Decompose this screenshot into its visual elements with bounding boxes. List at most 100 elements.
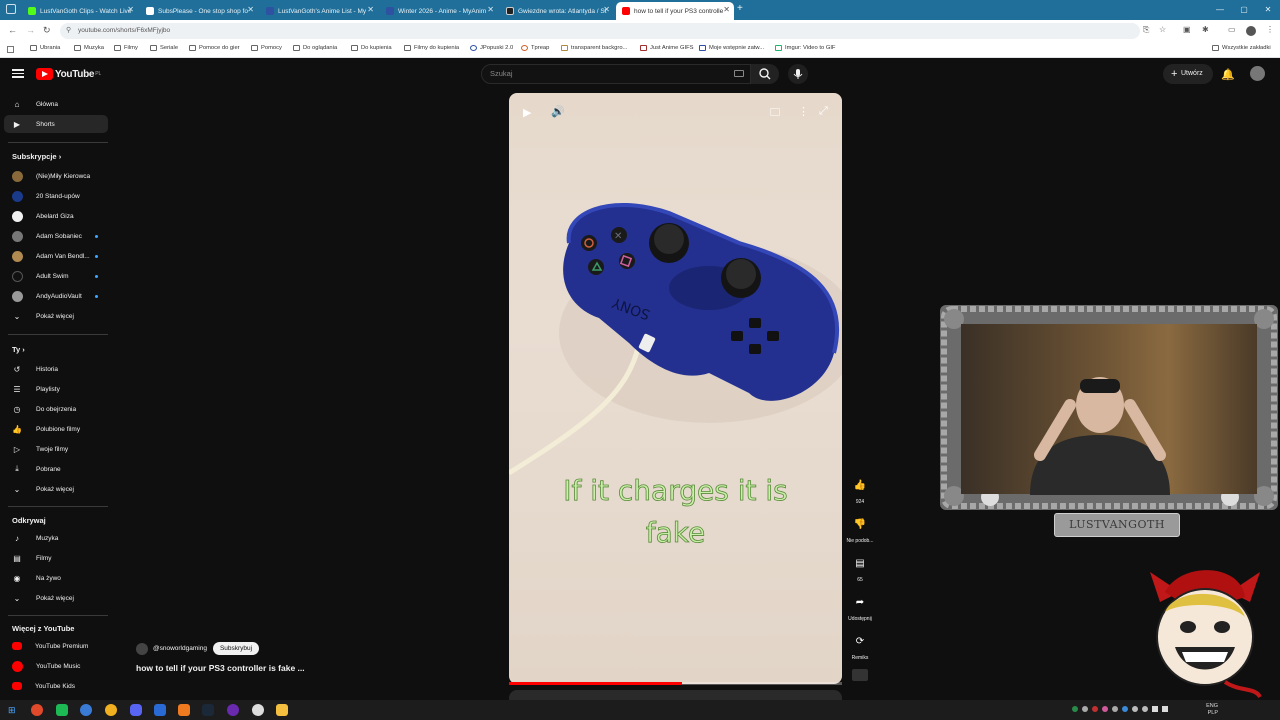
- more-options-icon[interactable]: ⋮: [798, 105, 809, 118]
- bookmark-link[interactable]: Imgur: Video to GIF: [775, 45, 835, 51]
- captions-icon[interactable]: [770, 108, 780, 116]
- keyboard-icon[interactable]: [734, 70, 744, 77]
- sidebar-item-live[interactable]: ◉ Na żywo: [4, 569, 108, 587]
- sidebar-item-playlists[interactable]: ☰ Playlisty: [4, 380, 108, 398]
- close-icon[interactable]: ✕: [487, 5, 494, 14]
- all-bookmarks[interactable]: Wszystkie zakładki: [1212, 45, 1271, 51]
- sidebar-item-subscription[interactable]: Adam Van Bendl...: [4, 247, 108, 265]
- subscriptions-heading[interactable]: Subskrypcje ›: [12, 152, 61, 161]
- back-icon[interactable]: ←: [8, 25, 17, 35]
- extension-icon[interactable]: ▣: [1183, 25, 1191, 34]
- forward-icon[interactable]: →: [26, 25, 35, 35]
- youtube-logo[interactable]: YouTube PL: [36, 68, 101, 80]
- you-heading[interactable]: Ty ›: [12, 345, 25, 354]
- browser-tab[interactable]: LustVanGoth Clips - Watch Live ✕: [22, 2, 138, 20]
- extensions-puzzle-icon[interactable]: ✱: [1202, 25, 1209, 34]
- maximize-icon[interactable]: ▢: [1232, 0, 1256, 20]
- close-icon[interactable]: ✕: [603, 5, 610, 14]
- show-more-you[interactable]: ⌄ Pokaż więcej: [4, 480, 108, 498]
- bookmark-folder[interactable]: Filmy do kupienia: [404, 45, 459, 51]
- sidebar-item-your-videos[interactable]: ▷ Twoje filmy: [4, 440, 108, 458]
- shorts-video-player[interactable]: ✕ SONY If it charges it is fake ▶ 🔊 ⋮ ⤢: [509, 93, 842, 684]
- bookmark-folder[interactable]: Pomoce do gier: [189, 45, 240, 51]
- next-short-preview[interactable]: [509, 690, 842, 700]
- search-button[interactable]: [751, 64, 779, 84]
- fullscreen-icon[interactable]: ⤢: [819, 105, 828, 118]
- like-action[interactable]: 👍 924: [845, 472, 875, 506]
- browser-tab[interactable]: LustVanGoth's Anime List - My ✕: [260, 2, 378, 20]
- url-field[interactable]: ⚲ youtube.com/shorts/F6xMFjyjbo: [60, 23, 1140, 39]
- sidebar-item-subscription[interactable]: Adult Swim: [4, 267, 108, 285]
- channel-handle[interactable]: @snoworldgaming: [153, 645, 207, 652]
- app-icon[interactable]: [154, 704, 166, 716]
- minimize-icon[interactable]: —: [1208, 0, 1232, 20]
- tray-icon[interactable]: [1092, 706, 1098, 712]
- create-button[interactable]: + Utwórz: [1163, 64, 1213, 84]
- steam-icon[interactable]: [202, 704, 214, 716]
- bookmark-folder[interactable]: Ubrania: [30, 45, 60, 51]
- app-icon[interactable]: [227, 704, 239, 716]
- share-icon[interactable]: ➦: [847, 589, 873, 615]
- bookmark-folder[interactable]: Filmy: [114, 45, 138, 51]
- bookmark-star-icon[interactable]: ☆: [1159, 25, 1166, 34]
- sidebar-item-films[interactable]: ▤ Filmy: [4, 549, 108, 567]
- sidebar-item-liked[interactable]: 👍 Polubione filmy: [4, 420, 108, 438]
- bookmark-link[interactable]: JPopuski 2.0: [470, 45, 513, 51]
- site-info-icon[interactable]: ⚲: [66, 23, 71, 39]
- show-more-explore[interactable]: ⌄ Pokaż więcej: [4, 589, 108, 607]
- close-icon[interactable]: ✕: [723, 5, 730, 14]
- close-icon[interactable]: ✕: [127, 5, 134, 14]
- sidebar-item-home[interactable]: ⌂ Główna: [4, 95, 108, 113]
- video-title[interactable]: how to tell if your PS3 controller is fa…: [136, 663, 305, 673]
- sidebar-item-subscription[interactable]: Adam Sobaniec: [4, 227, 108, 245]
- tab-menu-icon[interactable]: [6, 4, 16, 14]
- file-explorer-icon[interactable]: [276, 704, 288, 716]
- sidebar-item-youtube-premium[interactable]: YouTube Premium: [4, 637, 108, 655]
- sound-thumbnail[interactable]: [852, 669, 868, 681]
- sidebar-item-subscription[interactable]: (Nie)Miły Kierowca: [4, 167, 108, 185]
- channel-avatar[interactable]: [136, 642, 148, 655]
- bookmark-folder[interactable]: Seriale: [150, 45, 178, 51]
- browser-menu-icon[interactable]: ⋮: [1266, 25, 1274, 34]
- bookmark-link[interactable]: Just Anime GIFS: [640, 45, 694, 51]
- menu-icon[interactable]: [12, 67, 24, 79]
- sidebar-item-watch-later[interactable]: ◷ Do obejrzenia: [4, 400, 108, 418]
- bookmark-folder[interactable]: Do oglądania: [293, 45, 337, 51]
- comments-action[interactable]: ▤ 65: [845, 550, 875, 584]
- sidebar-item-youtube-kids[interactable]: YouTube Kids: [4, 677, 108, 695]
- app-icon[interactable]: [105, 704, 117, 716]
- voice-search-button[interactable]: [788, 64, 808, 84]
- apps-grid-icon[interactable]: [7, 46, 14, 53]
- vlc-icon[interactable]: [178, 704, 190, 716]
- sidebar-item-history[interactable]: ↺ Historia: [4, 360, 108, 378]
- tray-icon[interactable]: [1072, 706, 1078, 712]
- search-input[interactable]: Szukaj: [481, 64, 751, 84]
- tray-icon[interactable]: [1132, 706, 1138, 712]
- account-avatar[interactable]: [1250, 66, 1265, 81]
- close-window-icon[interactable]: ✕: [1256, 0, 1280, 20]
- browser-tab[interactable]: SubsPlease - One stop shop fo ✕: [140, 2, 258, 20]
- language-indicator[interactable]: ENG PLP: [1206, 703, 1218, 717]
- bookmark-folder[interactable]: Pomocy: [251, 45, 282, 51]
- play-icon[interactable]: ▶: [523, 106, 531, 119]
- thumbs-down-icon[interactable]: 👎: [847, 511, 873, 537]
- bookmark-link[interactable]: Moje wstępnie zatw...: [699, 45, 764, 51]
- close-icon[interactable]: ✕: [367, 5, 374, 14]
- notifications-bell-icon[interactable]: 🔔: [1221, 68, 1235, 81]
- sidebar-item-youtube-music[interactable]: YouTube Music: [4, 657, 108, 675]
- thumbs-up-icon[interactable]: 👍: [847, 472, 873, 498]
- tray-icon[interactable]: [1142, 706, 1148, 712]
- bookmark-folder[interactable]: Do kupienia: [351, 45, 392, 51]
- remix-action[interactable]: ⟳ Remiks: [845, 628, 875, 662]
- browser-tab[interactable]: Winter 2026 - Anime - MyAnim ✕: [380, 2, 498, 20]
- side-panel-icon[interactable]: ▭: [1228, 25, 1236, 34]
- close-icon[interactable]: ✕: [247, 5, 254, 14]
- volume-icon[interactable]: [1162, 706, 1168, 712]
- tray-icon[interactable]: [1122, 706, 1128, 712]
- bookmark-link[interactable]: Tpreap: [521, 45, 549, 51]
- share-action[interactable]: ➦ Udostępnij: [845, 589, 875, 623]
- reload-icon[interactable]: ↻: [43, 25, 51, 36]
- comment-icon[interactable]: ▤: [847, 550, 873, 576]
- windows-start-icon[interactable]: ⊞: [8, 705, 16, 716]
- network-icon[interactable]: [1152, 706, 1158, 712]
